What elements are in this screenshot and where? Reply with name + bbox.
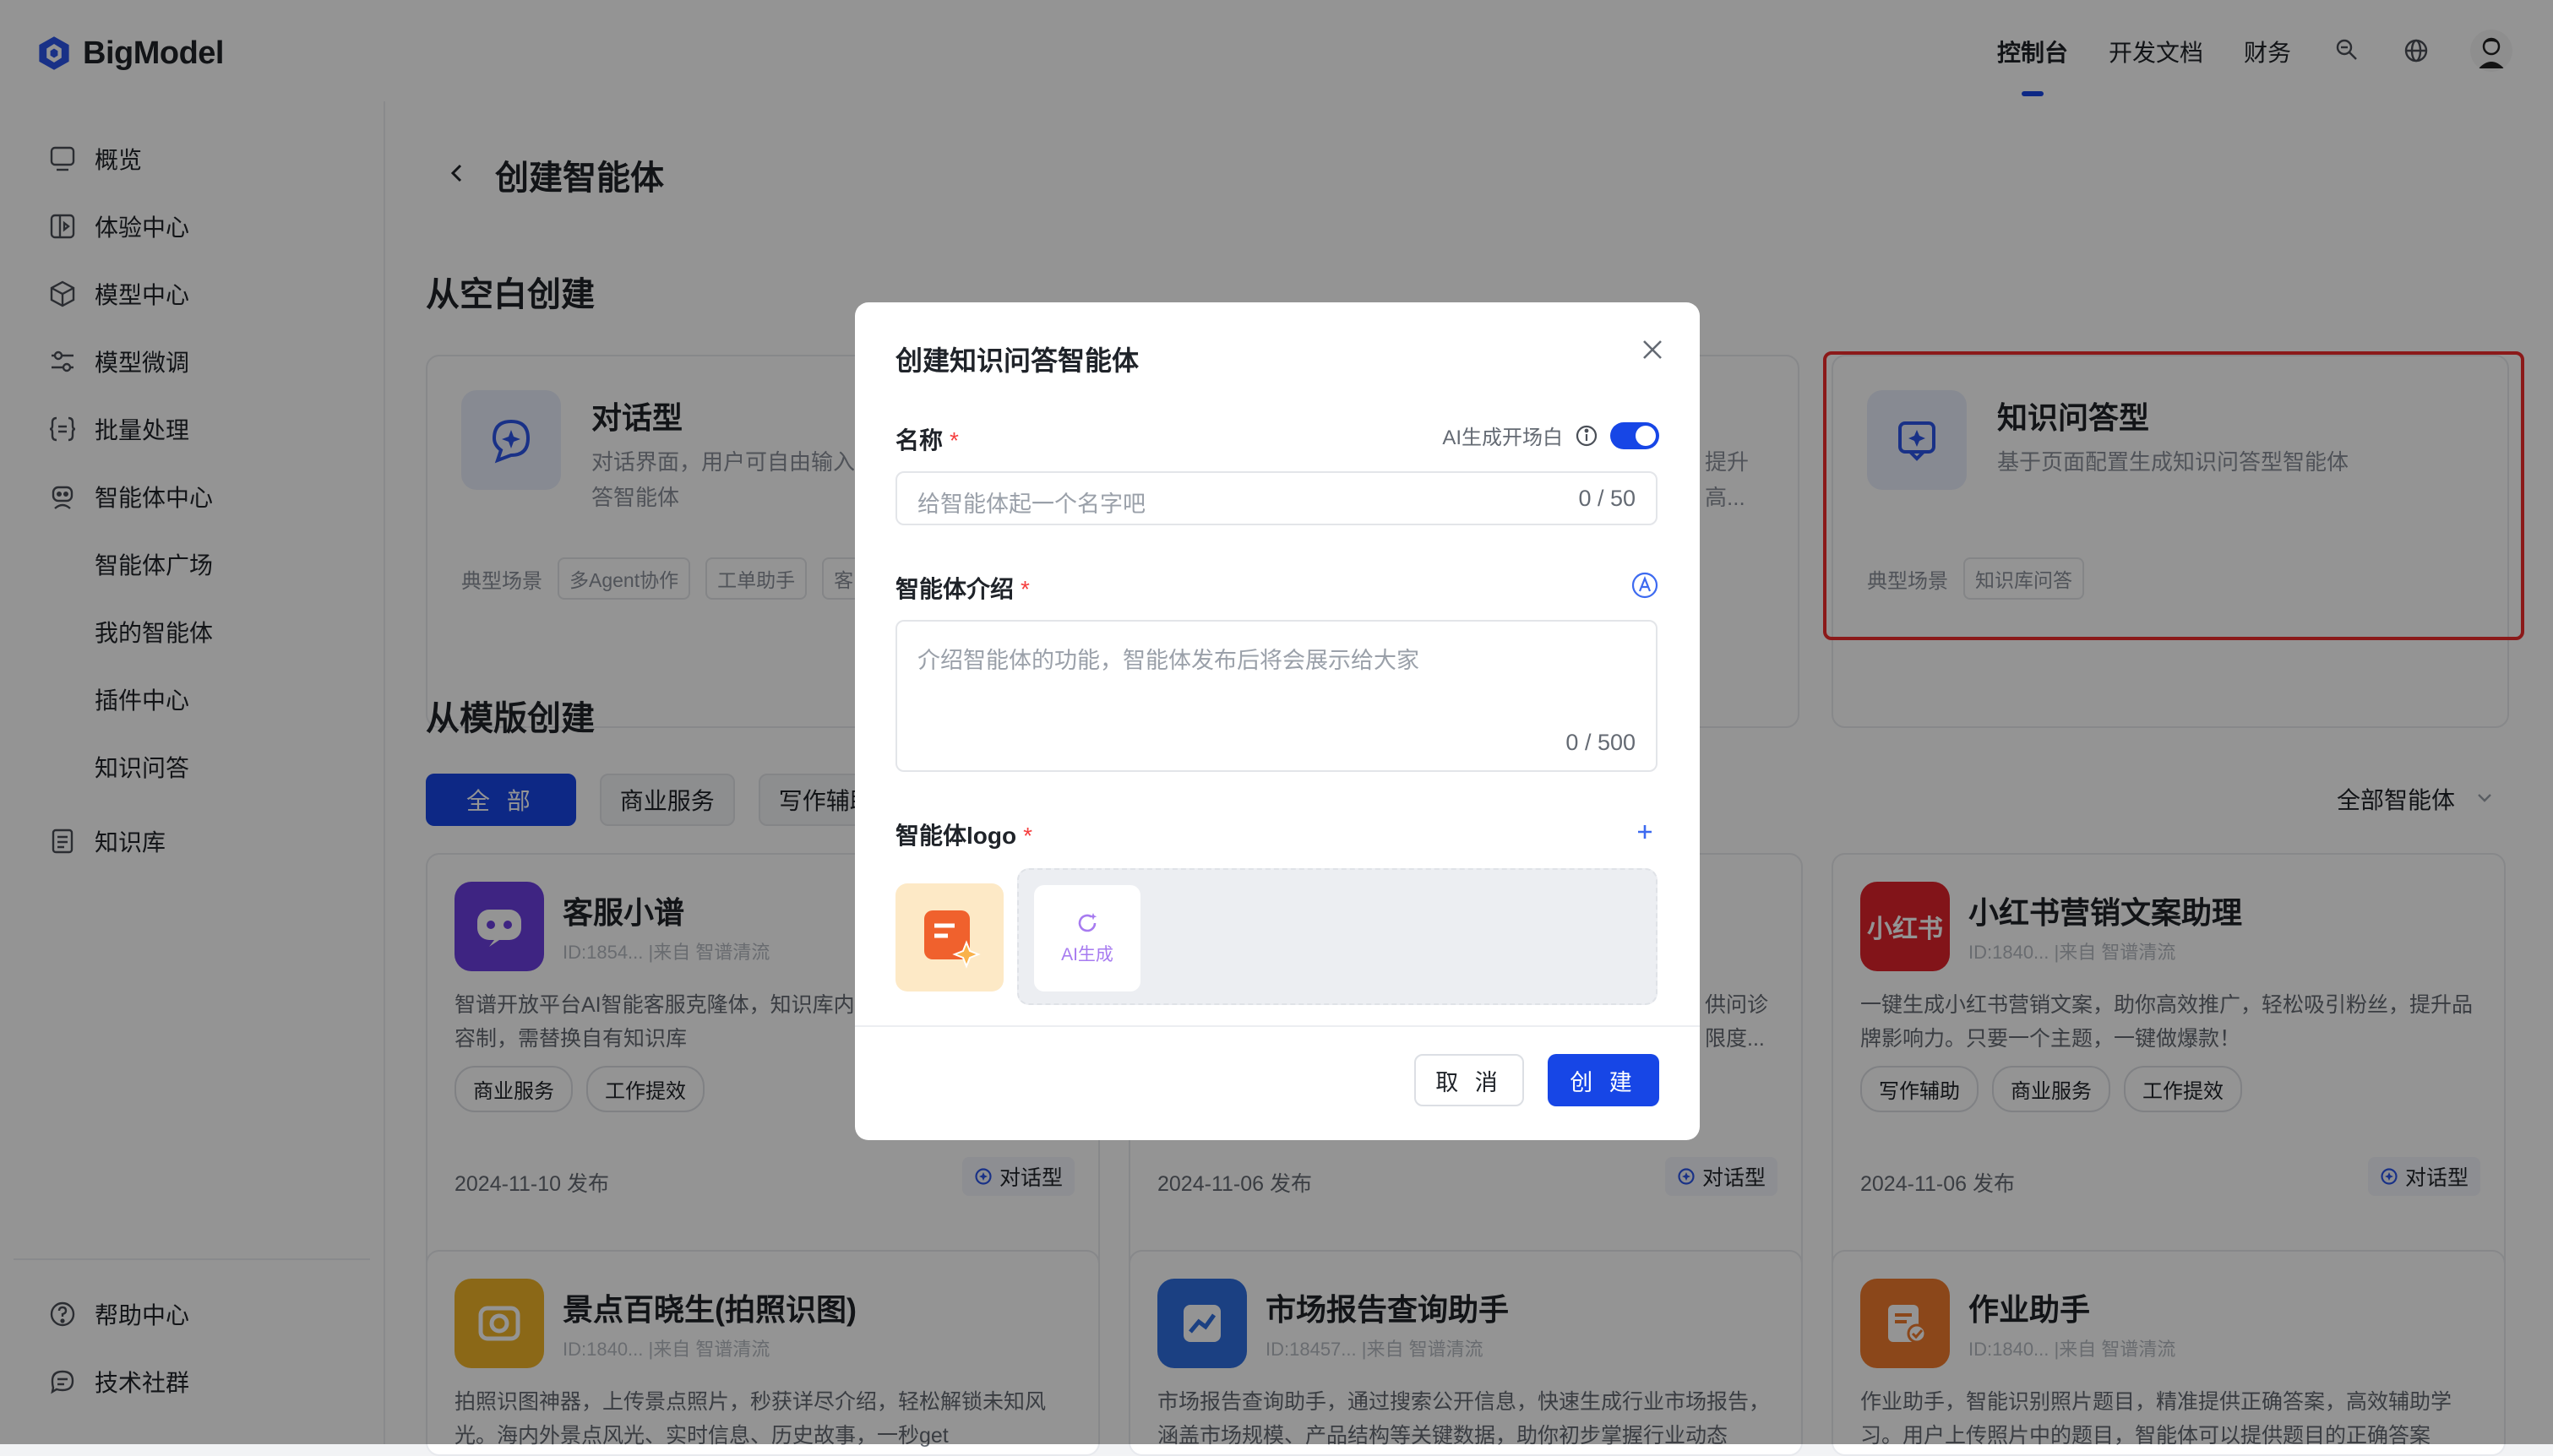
ai-opening-label: AI生成开场白: [1442, 426, 1563, 449]
logo-label: 智能体logo *: [895, 818, 1032, 851]
create-knowledge-agent-dialog: 创建知识问答智能体 名称 * AI生成开场白 给智能体起一个名字吧 0 / 50 …: [855, 302, 1700, 1140]
name-input[interactable]: 给智能体起一个名字吧 0 / 50: [895, 471, 1658, 525]
refresh-sparkle-icon: [1078, 913, 1097, 932]
ai-write-icon[interactable]: [1630, 571, 1659, 600]
intro-textarea[interactable]: 介绍智能体的功能，智能体发布后将会展示给大家 0 / 500: [895, 620, 1658, 772]
cancel-button[interactable]: 取 消: [1414, 1054, 1524, 1106]
intro-counter: 0 / 500: [1565, 730, 1636, 755]
document-sparkle-icon: [924, 910, 981, 969]
intro-label: 智能体介绍 *: [895, 571, 1030, 605]
close-icon[interactable]: [1634, 331, 1671, 368]
ai-generate-logo-button[interactable]: AI生成: [1034, 885, 1140, 991]
name-counter: 0 / 50: [1578, 486, 1636, 511]
ai-opening-toggle-group: AI生成开场白: [1442, 421, 1659, 450]
name-label-text: 名称: [895, 427, 944, 454]
intro-placeholder: 介绍智能体的功能，智能体发布后将会展示给大家: [917, 648, 1419, 673]
dialog-title: 创建知识问答智能体: [895, 345, 1140, 376]
intro-label-text: 智能体介绍: [895, 576, 1015, 602]
dialog-footer-divider: [855, 1025, 1700, 1027]
create-button[interactable]: 创 建: [1548, 1054, 1659, 1106]
required-mark: *: [1021, 576, 1030, 602]
selected-logo[interactable]: [895, 883, 1004, 991]
ai-generate-label: AI生成: [1061, 945, 1113, 964]
logo-options-area: AI生成: [1017, 868, 1658, 1005]
name-label: 名称 *: [895, 422, 959, 456]
name-placeholder: 给智能体起一个名字吧: [917, 492, 1146, 517]
add-logo-plus-icon[interactable]: [1630, 818, 1659, 846]
required-mark: *: [950, 427, 959, 454]
ai-opening-toggle[interactable]: [1610, 421, 1659, 449]
required-mark: *: [1023, 823, 1032, 849]
info-icon[interactable]: [1575, 424, 1598, 448]
logo-label-text: 智能体logo: [895, 823, 1017, 849]
